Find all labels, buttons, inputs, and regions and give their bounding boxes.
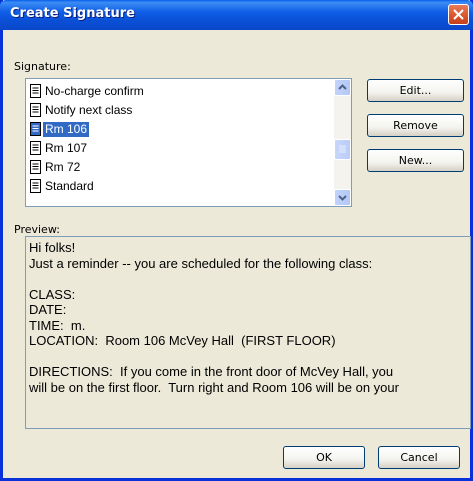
signature-list-item-label: Rm 107 <box>45 141 88 155</box>
document-icon <box>30 103 41 117</box>
close-button[interactable] <box>448 4 469 25</box>
signature-list-item[interactable]: Rm 106 <box>30 120 330 138</box>
document-icon <box>30 141 41 155</box>
document-icon <box>30 84 41 98</box>
document-icon <box>30 160 41 174</box>
preview-line: TIME: m. <box>29 317 86 333</box>
edit-button[interactable]: Edit... <box>367 79 464 102</box>
preview-line: LOCATION: Room 106 McVey Hall (FIRST FLO… <box>29 333 336 348</box>
preview-line: DATE: <box>29 302 67 317</box>
ok-button[interactable]: OK <box>283 446 365 469</box>
signature-list-item[interactable]: Rm 72 <box>30 158 330 176</box>
signature-list-item[interactable]: No-charge confirm <box>30 82 330 100</box>
signature-list[interactable]: No-charge confirm Notify next class Rm 106… <box>25 78 352 207</box>
signature-list-item-label: Standard <box>45 179 94 193</box>
signature-list-scrollbar[interactable] <box>334 79 351 206</box>
preview-line: Just a reminder -- you are scheduled for… <box>29 255 373 271</box>
preview-line: will be on the first floor. Turn right a… <box>29 379 399 395</box>
preview-text: Hi folks! Just a reminder -- you are sche… <box>29 240 399 395</box>
close-icon <box>453 9 464 20</box>
create-signature-dialog: Create Signature Signature: No-charge co… <box>0 0 473 481</box>
signature-list-item-label: Rm 106 <box>43 122 90 137</box>
preview-line: Hi folks! <box>29 240 76 255</box>
remove-button[interactable]: Remove <box>367 114 464 137</box>
preview-line: CLASS: <box>29 286 76 302</box>
cancel-button[interactable]: Cancel <box>378 446 460 469</box>
new-button[interactable]: New... <box>367 149 464 172</box>
scroll-up-button[interactable] <box>334 79 351 96</box>
signature-label: Signature: <box>14 60 71 73</box>
signature-list-item-label: Notify next class <box>45 103 133 117</box>
preview-line: DIRECTIONS: If you come in the front doo… <box>29 364 394 379</box>
window-title: Create Signature <box>10 6 135 21</box>
document-icon <box>30 179 41 193</box>
preview-line <box>29 271 399 287</box>
scroll-thumb[interactable] <box>334 139 351 160</box>
title-bar[interactable]: Create Signature <box>0 0 473 30</box>
signature-list-item-label: No-charge confirm <box>45 84 144 98</box>
arrow-up-icon <box>338 84 347 90</box>
document-icon <box>30 122 41 136</box>
preview-label: Preview: <box>14 223 60 236</box>
preview-box: Hi folks! Just a reminder -- you are sche… <box>25 236 471 429</box>
signature-list-item[interactable]: Standard <box>30 177 330 195</box>
arrow-down-icon <box>338 195 347 201</box>
scroll-down-button[interactable] <box>334 189 351 206</box>
preview-line <box>29 349 399 365</box>
signature-list-item[interactable]: Notify next class <box>30 101 330 119</box>
signature-list-item-label: Rm 72 <box>45 160 81 174</box>
grip-icon <box>339 145 346 153</box>
signature-list-item[interactable]: Rm 107 <box>30 139 330 157</box>
